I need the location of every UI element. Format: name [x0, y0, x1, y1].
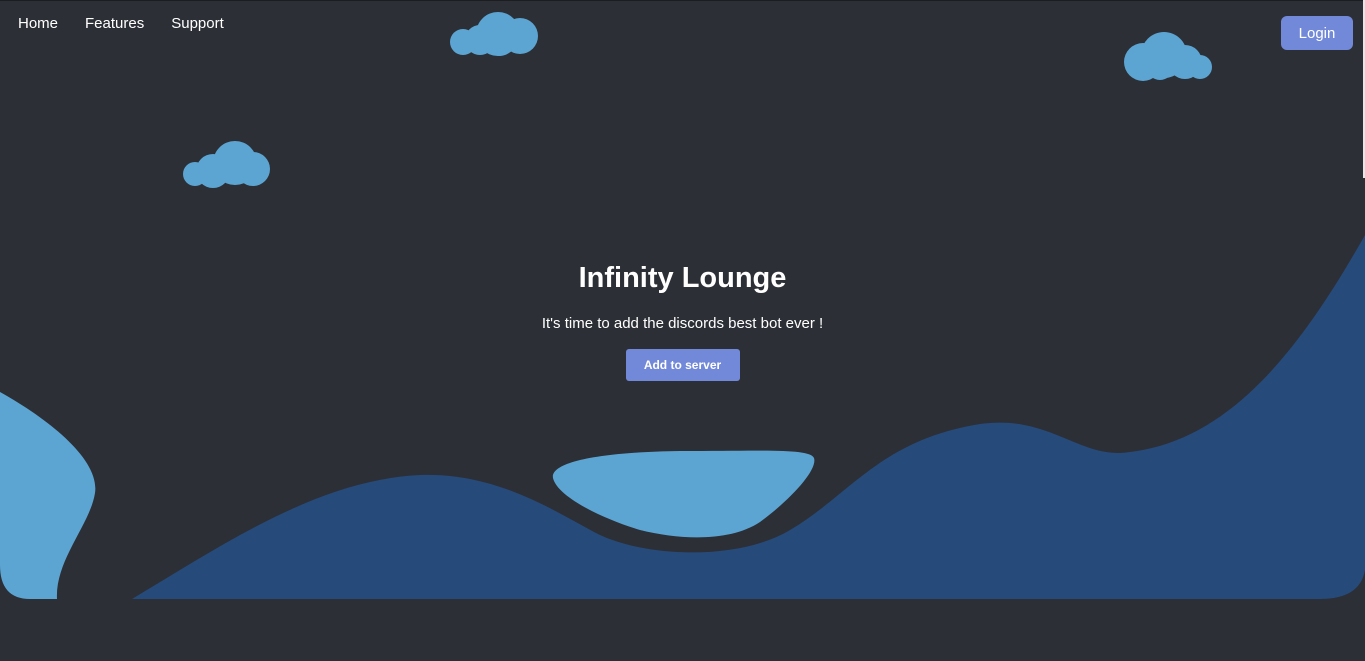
login-button[interactable]: Login	[1281, 16, 1353, 50]
cloud-icon	[450, 12, 538, 56]
hero-section: Infinity Lounge It's time to add the dis…	[0, 262, 1365, 381]
left-blob	[0, 392, 96, 599]
add-to-server-button[interactable]: Add to server	[625, 349, 740, 381]
hero-title: Infinity Lounge	[578, 262, 787, 294]
nav-home-link[interactable]: Home	[18, 15, 58, 32]
cloud-icon	[183, 141, 270, 188]
top-nav: Home Features Support	[18, 15, 224, 32]
landing-page: Home Features Support Login Infinity Lou…	[0, 0, 1365, 661]
center-blob	[552, 450, 815, 538]
hero-subtitle: It's time to add the discords best bot e…	[541, 315, 824, 332]
cloud-icon	[1124, 32, 1212, 81]
nav-features-link[interactable]: Features	[85, 15, 144, 32]
nav-support-link[interactable]: Support	[171, 15, 224, 32]
